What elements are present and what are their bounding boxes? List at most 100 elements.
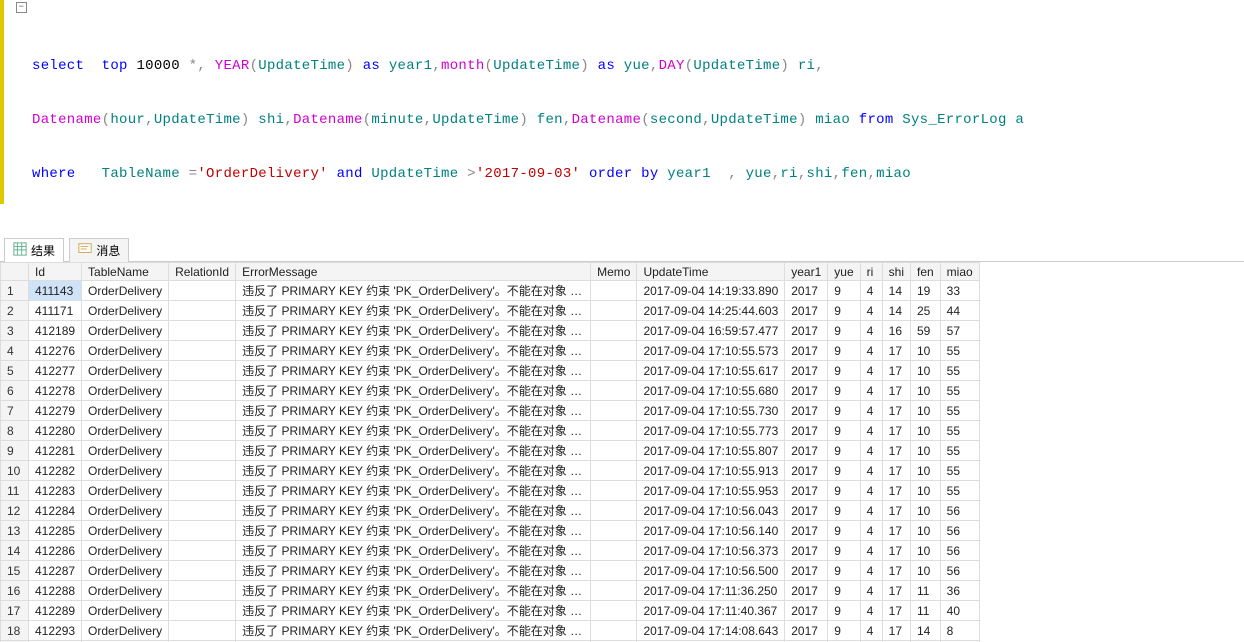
cell-id[interactable]: 412286 [29, 541, 82, 561]
cell-memo[interactable] [591, 381, 637, 401]
cell-errormessage[interactable]: 违反了 PRIMARY KEY 约束 'PK_OrderDelivery'。不能… [236, 421, 591, 441]
cell-miao[interactable]: 55 [940, 441, 979, 461]
row-number[interactable]: 11 [1, 481, 29, 501]
column-header-tablename[interactable]: TableName [82, 263, 169, 281]
column-header-memo[interactable]: Memo [591, 263, 637, 281]
cell-updatetime[interactable]: 2017-09-04 17:10:55.913 [637, 461, 785, 481]
row-number[interactable]: 7 [1, 401, 29, 421]
cell-yue[interactable]: 9 [828, 321, 860, 341]
cell-updatetime[interactable]: 2017-09-04 17:11:40.367 [637, 601, 785, 621]
cell-updatetime[interactable]: 2017-09-04 17:10:55.807 [637, 441, 785, 461]
results-grid-container[interactable]: IdTableNameRelationIdErrorMessageMemoUpd… [0, 262, 1244, 642]
cell-id[interactable]: 412278 [29, 381, 82, 401]
row-number[interactable]: 12 [1, 501, 29, 521]
cell-shi[interactable]: 17 [882, 501, 910, 521]
cell-relationid[interactable] [169, 521, 236, 541]
cell-updatetime[interactable]: 2017-09-04 17:11:36.250 [637, 581, 785, 601]
cell-errormessage[interactable]: 违反了 PRIMARY KEY 约束 'PK_OrderDelivery'。不能… [236, 341, 591, 361]
cell-miao[interactable]: 55 [940, 401, 979, 421]
cell-memo[interactable] [591, 621, 637, 641]
cell-errormessage[interactable]: 违反了 PRIMARY KEY 约束 'PK_OrderDelivery'。不能… [236, 501, 591, 521]
cell-errormessage[interactable]: 违反了 PRIMARY KEY 约束 'PK_OrderDelivery'。不能… [236, 361, 591, 381]
cell-id[interactable]: 412293 [29, 621, 82, 641]
cell-errormessage[interactable]: 违反了 PRIMARY KEY 约束 'PK_OrderDelivery'。不能… [236, 461, 591, 481]
cell-ri[interactable]: 4 [860, 421, 882, 441]
cell-miao[interactable]: 8 [940, 621, 979, 641]
cell-relationid[interactable] [169, 401, 236, 421]
cell-relationid[interactable] [169, 581, 236, 601]
cell-errormessage[interactable]: 违反了 PRIMARY KEY 约束 'PK_OrderDelivery'。不能… [236, 441, 591, 461]
cell-yue[interactable]: 9 [828, 541, 860, 561]
cell-memo[interactable] [591, 521, 637, 541]
cell-tablename[interactable]: OrderDelivery [82, 301, 169, 321]
cell-yue[interactable]: 9 [828, 461, 860, 481]
row-number[interactable]: 16 [1, 581, 29, 601]
row-number[interactable]: 8 [1, 421, 29, 441]
cell-relationid[interactable] [169, 501, 236, 521]
cell-memo[interactable] [591, 501, 637, 521]
cell-miao[interactable]: 55 [940, 381, 979, 401]
cell-fen[interactable]: 10 [910, 561, 940, 581]
cell-miao[interactable]: 55 [940, 361, 979, 381]
cell-tablename[interactable]: OrderDelivery [82, 321, 169, 341]
cell-tablename[interactable]: OrderDelivery [82, 441, 169, 461]
cell-fen[interactable]: 10 [910, 401, 940, 421]
cell-tablename[interactable]: OrderDelivery [82, 341, 169, 361]
cell-relationid[interactable] [169, 441, 236, 461]
cell-errormessage[interactable]: 违反了 PRIMARY KEY 约束 'PK_OrderDelivery'。不能… [236, 381, 591, 401]
cell-memo[interactable] [591, 481, 637, 501]
row-number[interactable]: 1 [1, 281, 29, 301]
cell-miao[interactable]: 55 [940, 341, 979, 361]
cell-fen[interactable]: 10 [910, 441, 940, 461]
cell-yue[interactable]: 9 [828, 301, 860, 321]
cell-memo[interactable] [591, 601, 637, 621]
cell-miao[interactable]: 44 [940, 301, 979, 321]
cell-year1[interactable]: 2017 [785, 601, 828, 621]
table-row[interactable]: 7412279OrderDelivery违反了 PRIMARY KEY 约束 '… [1, 401, 980, 421]
cell-tablename[interactable]: OrderDelivery [82, 561, 169, 581]
cell-yue[interactable]: 9 [828, 361, 860, 381]
cell-shi[interactable]: 17 [882, 461, 910, 481]
cell-updatetime[interactable]: 2017-09-04 17:10:55.773 [637, 421, 785, 441]
cell-tablename[interactable]: OrderDelivery [82, 601, 169, 621]
cell-year1[interactable]: 2017 [785, 461, 828, 481]
cell-yue[interactable]: 9 [828, 381, 860, 401]
cell-ri[interactable]: 4 [860, 461, 882, 481]
column-header-errormessage[interactable]: ErrorMessage [236, 263, 591, 281]
row-number[interactable]: 3 [1, 321, 29, 341]
cell-shi[interactable]: 17 [882, 581, 910, 601]
cell-yue[interactable]: 9 [828, 401, 860, 421]
cell-miao[interactable]: 56 [940, 521, 979, 541]
cell-errormessage[interactable]: 违反了 PRIMARY KEY 约束 'PK_OrderDelivery'。不能… [236, 561, 591, 581]
cell-ri[interactable]: 4 [860, 361, 882, 381]
cell-relationid[interactable] [169, 381, 236, 401]
table-row[interactable]: 15412287OrderDelivery违反了 PRIMARY KEY 约束 … [1, 561, 980, 581]
cell-year1[interactable]: 2017 [785, 401, 828, 421]
cell-ri[interactable]: 4 [860, 401, 882, 421]
cell-ri[interactable]: 4 [860, 381, 882, 401]
cell-fen[interactable]: 10 [910, 461, 940, 481]
table-row[interactable]: 8412280OrderDelivery违反了 PRIMARY KEY 约束 '… [1, 421, 980, 441]
cell-errormessage[interactable]: 违反了 PRIMARY KEY 约束 'PK_OrderDelivery'。不能… [236, 401, 591, 421]
cell-ri[interactable]: 4 [860, 481, 882, 501]
row-number[interactable]: 17 [1, 601, 29, 621]
cell-year1[interactable]: 2017 [785, 341, 828, 361]
cell-updatetime[interactable]: 2017-09-04 17:10:55.680 [637, 381, 785, 401]
cell-miao[interactable]: 56 [940, 561, 979, 581]
cell-updatetime[interactable]: 2017-09-04 17:10:56.373 [637, 541, 785, 561]
cell-fen[interactable]: 19 [910, 281, 940, 301]
cell-miao[interactable]: 56 [940, 541, 979, 561]
cell-id[interactable]: 412283 [29, 481, 82, 501]
cell-year1[interactable]: 2017 [785, 501, 828, 521]
table-row[interactable]: 10412282OrderDelivery违反了 PRIMARY KEY 约束 … [1, 461, 980, 481]
cell-id[interactable]: 412280 [29, 421, 82, 441]
cell-errormessage[interactable]: 违反了 PRIMARY KEY 约束 'PK_OrderDelivery'。不能… [236, 481, 591, 501]
table-row[interactable]: 11412283OrderDelivery违反了 PRIMARY KEY 约束 … [1, 481, 980, 501]
cell-errormessage[interactable]: 违反了 PRIMARY KEY 约束 'PK_OrderDelivery'。不能… [236, 541, 591, 561]
row-number[interactable]: 14 [1, 541, 29, 561]
sql-line-2[interactable]: Datename(hour,UpdateTime) shi,Datename(m… [8, 111, 1236, 129]
cell-miao[interactable]: 40 [940, 601, 979, 621]
cell-memo[interactable] [591, 321, 637, 341]
cell-fen[interactable]: 14 [910, 621, 940, 641]
cell-updatetime[interactable]: 2017-09-04 17:10:55.617 [637, 361, 785, 381]
